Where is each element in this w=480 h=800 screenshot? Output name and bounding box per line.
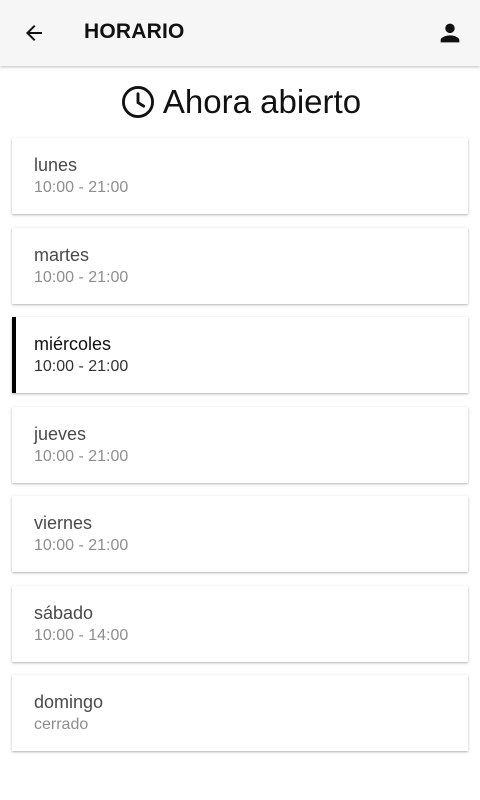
open-status-text: Ahora abierto xyxy=(162,83,362,120)
day-hours: 10:00 - 21:00 xyxy=(34,179,129,196)
day-card[interactable]: domingo cerrado xyxy=(12,675,468,751)
back-button[interactable] xyxy=(14,15,54,51)
day-hours: 10:00 - 21:00 xyxy=(34,358,129,375)
person-icon xyxy=(440,23,460,43)
clock-icon xyxy=(119,83,157,121)
day-hours: 10:00 - 21:00 xyxy=(34,537,129,554)
day-name: sábado xyxy=(34,602,94,623)
schedule-list: lunes 10:00 - 21:00 martes 10:00 - 21:00 mié… xyxy=(12,138,468,765)
day-card[interactable]: lunes 10:00 - 21:00 xyxy=(12,138,468,214)
day-hours: 10:00 - 21:00 xyxy=(34,268,129,286)
day-hours: 10:00 - 14:00 xyxy=(34,626,129,644)
arrow-left-icon xyxy=(26,25,42,41)
page-title: HORARIO xyxy=(84,20,185,43)
day-name: lunes xyxy=(34,155,78,175)
day-card[interactable]: martes 10:00 - 21:00 xyxy=(12,227,468,304)
day-card-current[interactable]: miércoles 10:00 - 21:00 xyxy=(12,317,468,393)
open-status: Ahora abierto xyxy=(0,78,480,126)
account-button[interactable] xyxy=(430,14,470,52)
day-card[interactable]: jueves 10:00 - 21:00 xyxy=(12,406,468,483)
day-name: miércoles xyxy=(34,334,112,354)
day-name: viernes xyxy=(34,513,93,533)
app-bar: HORARIO xyxy=(0,0,480,66)
day-hours: 10:00 - 21:00 xyxy=(34,447,129,465)
day-card[interactable]: sábado 10:00 - 14:00 xyxy=(12,585,468,662)
day-name: domingo xyxy=(34,692,104,712)
day-hours: cerrado xyxy=(34,716,89,733)
day-card[interactable]: viernes 10:00 - 21:00 xyxy=(12,496,468,572)
day-name: martes xyxy=(34,244,90,265)
day-name: jueves xyxy=(34,423,87,444)
